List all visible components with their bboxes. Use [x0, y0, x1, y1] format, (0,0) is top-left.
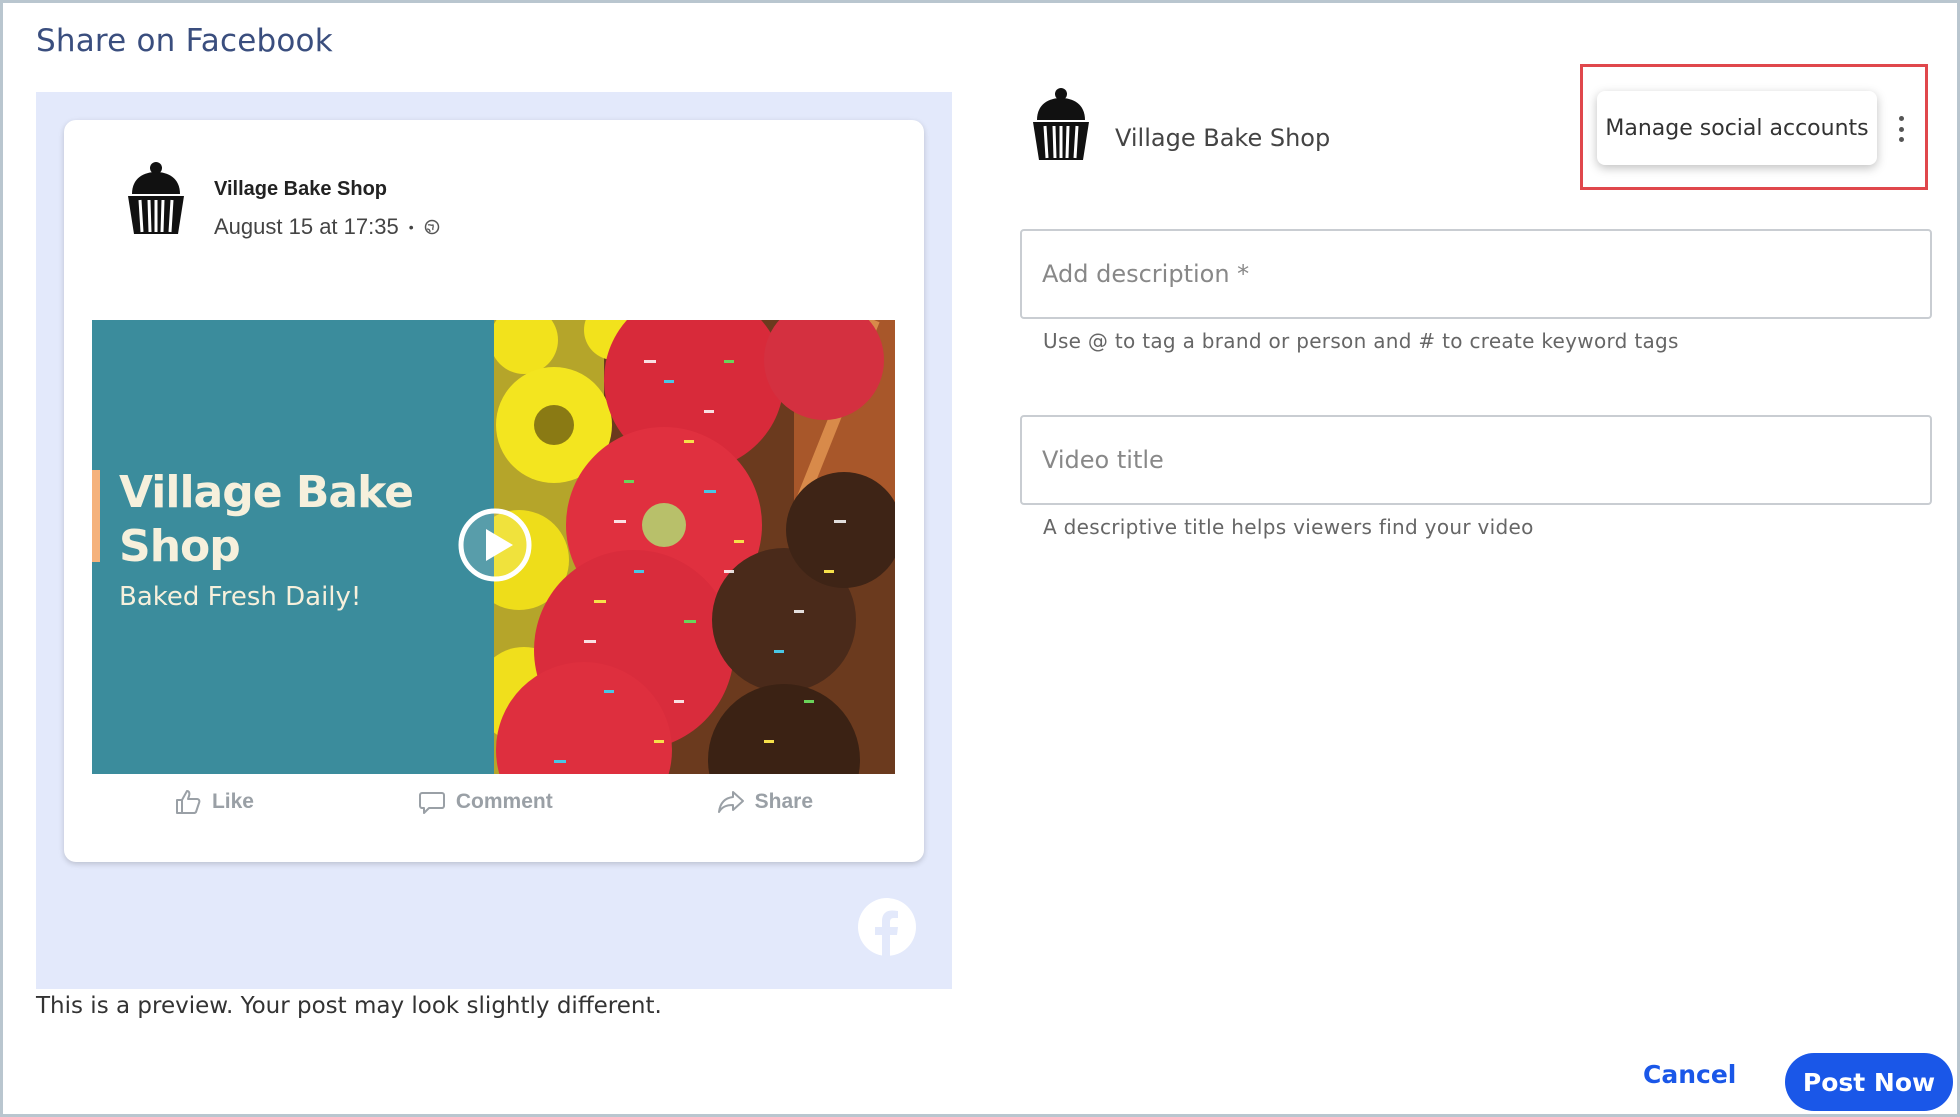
more-options-icon[interactable] [1893, 116, 1909, 142]
post-now-button[interactable]: Post Now [1785, 1053, 1953, 1111]
like-label: Like [211, 790, 254, 813]
video-subheadline: Baked Fresh Daily! [119, 582, 362, 612]
post-meta: August 15 at 17:35 • [214, 214, 440, 240]
comment-label: Comment [455, 790, 553, 813]
share-icon [717, 791, 744, 813]
accent-bar [92, 470, 100, 562]
cupcake-avatar-icon [128, 162, 184, 234]
thumbs-up-icon [175, 790, 201, 814]
dialog-title: Share on Facebook [36, 23, 333, 59]
meta-separator: • [408, 219, 414, 235]
globe-icon [424, 219, 439, 235]
post-account-name: Village Bake Shop [214, 178, 388, 200]
video-headline: Village Bake Shop [119, 467, 414, 572]
manage-social-accounts-menu-item[interactable]: Manage social accounts [1597, 91, 1877, 165]
post-timestamp: August 15 at 17:35 [214, 214, 399, 239]
video-title-input[interactable] [1042, 439, 1902, 481]
facebook-post-card: Village Bake Shop August 15 at 17:35 • V… [64, 120, 924, 862]
post-video-thumbnail[interactable]: Village Bake Shop Baked Fresh Daily! [92, 320, 895, 774]
play-icon[interactable] [457, 507, 533, 583]
facebook-logo-icon [858, 898, 916, 956]
video-title-helper: A descriptive title helps viewers find y… [1043, 515, 1534, 539]
selected-account-name: Village Bake Shop [1115, 124, 1331, 152]
video-title-field [1020, 415, 1932, 505]
donuts-image [494, 320, 895, 774]
comment-icon [418, 792, 445, 814]
comment-action: Comment [418, 788, 553, 816]
share-action: Share [717, 788, 813, 816]
description-field [1020, 229, 1932, 319]
post-preview-area: Village Bake Shop August 15 at 17:35 • V… [36, 92, 952, 989]
description-helper: Use @ to tag a brand or person and # to … [1043, 329, 1679, 353]
cupcake-account-icon [1033, 88, 1089, 160]
preview-note: This is a preview. Your post may look sl… [36, 993, 662, 1019]
share-label: Share [754, 790, 814, 813]
like-action: Like [174, 788, 254, 816]
description-input[interactable] [1042, 253, 1902, 295]
cancel-button[interactable]: Cancel [1643, 1060, 1736, 1089]
video-title-panel: Village Bake Shop Baked Fresh Daily! [92, 320, 494, 774]
post-actions: Like Comment Share [92, 782, 895, 822]
share-dialog: Share on Facebook Village Bake Shop Augu… [0, 0, 1960, 1117]
